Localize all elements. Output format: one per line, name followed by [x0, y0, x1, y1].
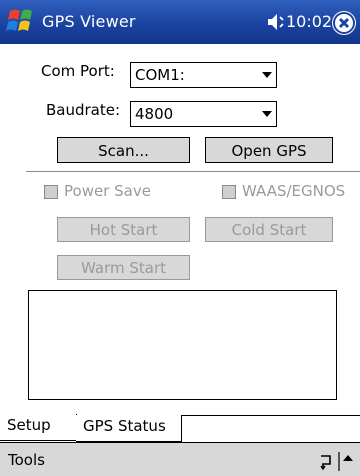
waas-egnos-label: WAAS/EGNOS: [242, 182, 346, 200]
hot-start-button-label: Hot Start: [89, 221, 158, 239]
chevron-down-icon: [262, 72, 272, 78]
power-save-label: Power Save: [64, 182, 151, 200]
cold-start-button-label: Cold Start: [231, 221, 307, 239]
waas-egnos-checkbox[interactable]: [222, 185, 236, 199]
tab-setup[interactable]: Setup: [0, 414, 77, 441]
com-port-value: COM1:: [135, 66, 185, 84]
keyboard-toggle-icon[interactable]: [318, 450, 354, 472]
scan-button-label: Scan...: [98, 142, 149, 160]
clock[interactable]: 10:02: [286, 12, 332, 31]
speaker-icon[interactable]: [267, 11, 287, 33]
windows-flag-icon[interactable]: [6, 5, 38, 39]
warm-start-button[interactable]: Warm Start: [57, 255, 190, 280]
app-title: GPS Viewer: [42, 12, 136, 31]
tab-setup-label: Setup: [7, 416, 51, 434]
cold-start-button[interactable]: Cold Start: [205, 217, 333, 242]
chevron-down-icon: [262, 111, 272, 117]
open-gps-button-label: Open GPS: [231, 142, 307, 160]
gps-log-textbox[interactable]: [28, 290, 337, 400]
divider: [26, 171, 360, 172]
tab-gps-status-label: GPS Status: [83, 417, 166, 435]
close-icon[interactable]: [332, 11, 356, 35]
com-port-select[interactable]: COM1:: [130, 62, 277, 88]
warm-start-button-label: Warm Start: [81, 259, 166, 277]
com-port-label: Com Port:: [41, 62, 115, 80]
baudrate-select[interactable]: 4800: [130, 101, 277, 127]
hot-start-button[interactable]: Hot Start: [57, 217, 190, 242]
tools-menu[interactable]: Tools: [8, 451, 45, 469]
baudrate-value: 4800: [135, 105, 174, 123]
baudrate-label: Baudrate:: [46, 101, 121, 119]
title-bar: GPS Viewer 10:02: [0, 0, 360, 44]
menu-bar: [0, 442, 360, 476]
power-save-checkbox[interactable]: [44, 185, 58, 199]
open-gps-button[interactable]: Open GPS: [205, 137, 333, 163]
scan-button[interactable]: Scan...: [57, 137, 190, 163]
tab-gps-status[interactable]: GPS Status: [76, 415, 182, 442]
